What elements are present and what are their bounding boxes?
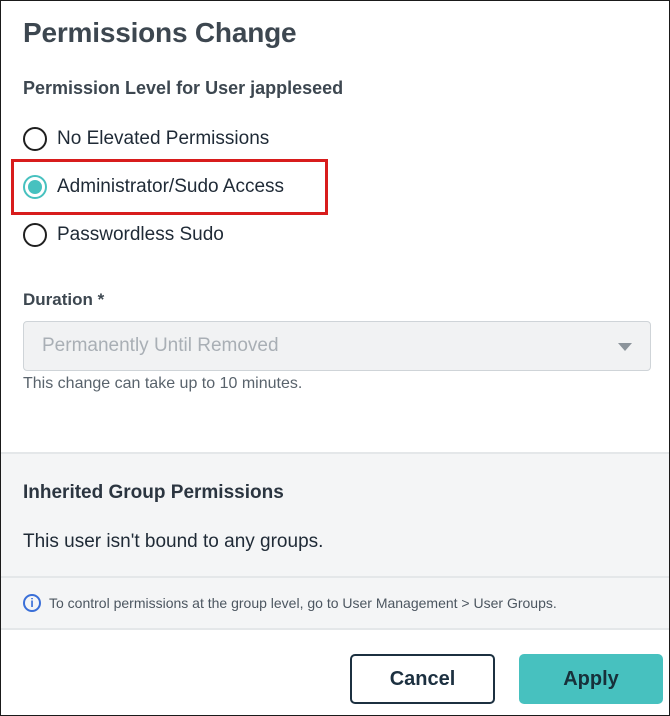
duration-helper-text: This change can take up to 10 minutes. — [23, 375, 303, 392]
inherited-group-permissions-panel: Inherited Group Permissions This user is… — [1, 452, 669, 630]
permission-level-label: Permission Level for User jappleseed — [23, 78, 344, 98]
permissions-change-dialog: Permissions Change Permission Level for … — [0, 0, 670, 716]
inherited-group-title: Inherited Group Permissions — [23, 482, 284, 503]
duration-select-value: Permanently Until Removed — [42, 335, 279, 356]
radio-label: No Elevated Permissions — [57, 128, 270, 149]
info-circle-icon: i — [23, 594, 41, 612]
cancel-button[interactable]: Cancel — [350, 654, 495, 704]
chevron-down-icon — [618, 343, 632, 351]
radio-circle-unchecked[interactable] — [23, 127, 47, 151]
inherited-group-text: This user isn't bound to any groups. — [23, 531, 324, 552]
dialog-title: Permissions Change — [23, 17, 297, 48]
info-note: i To control permissions at the group le… — [23, 594, 557, 612]
panel-divider — [1, 576, 669, 578]
radio-circle-checked[interactable] — [23, 175, 47, 199]
panel-bottom-border — [1, 628, 669, 630]
radio-circle-unchecked[interactable] — [23, 223, 47, 247]
info-note-text: To control permissions at the group leve… — [49, 595, 557, 611]
duration-select[interactable]: Permanently Until Removed — [23, 321, 651, 371]
apply-button[interactable]: Apply — [519, 654, 663, 704]
radio-passwordless-sudo[interactable]: Passwordless Sudo — [23, 222, 224, 248]
radio-administrator-sudo-access[interactable]: Administrator/Sudo Access — [23, 174, 284, 200]
radio-no-elevated-permissions[interactable]: No Elevated Permissions — [23, 126, 269, 152]
duration-label: Duration * — [23, 290, 105, 309]
radio-label: Administrator/Sudo Access — [57, 176, 285, 197]
radio-label: Passwordless Sudo — [57, 224, 224, 245]
